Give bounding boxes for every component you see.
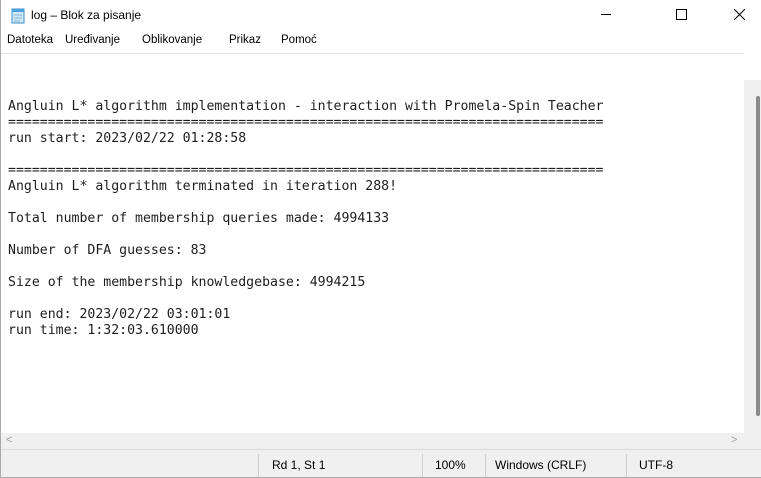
text-line: run start: 2023/02/22 01:28:58 bbox=[8, 131, 247, 146]
document-text: Angluin L* algorithm implementation - in… bbox=[8, 99, 603, 339]
text-line: ========================================… bbox=[8, 115, 604, 130]
text-line bbox=[8, 259, 603, 275]
notepad-icon bbox=[10, 8, 26, 24]
text-line bbox=[8, 195, 603, 211]
menu-format[interactable]: Oblikovanje bbox=[142, 34, 202, 46]
cursor-position: Rd 1, St 1 bbox=[272, 458, 326, 472]
status-bar: Rd 1, St 1 100% Windows (CRLF) UTF-8 bbox=[1, 449, 761, 477]
scroll-left-icon[interactable]: < bbox=[6, 434, 12, 446]
title-bar[interactable]: log – Blok za pisanje bbox=[1, 0, 761, 31]
text-line bbox=[8, 147, 603, 163]
text-line: Number of DFA guesses: 83 bbox=[8, 243, 207, 258]
maximize-icon bbox=[675, 7, 687, 25]
minimize-icon bbox=[600, 7, 612, 25]
text-line: Angluin L* algorithm implementation - in… bbox=[8, 99, 604, 114]
text-line bbox=[8, 227, 603, 243]
text-line: Total number of membership queries made:… bbox=[8, 211, 390, 226]
menu-view[interactable]: Prikaz bbox=[229, 34, 261, 46]
menu-file[interactable]: Datoteka bbox=[7, 34, 53, 46]
close-icon bbox=[733, 7, 745, 25]
text-editor[interactable]: Angluin L* algorithm implementation - in… bbox=[1, 53, 743, 431]
scroll-right-icon[interactable]: > bbox=[731, 434, 737, 446]
menu-bar: Datoteka Uređivanje Oblikovanje Prikaz P… bbox=[1, 31, 761, 54]
encoding: UTF-8 bbox=[639, 458, 673, 472]
vertical-scroll-thumb[interactable] bbox=[756, 96, 760, 416]
menu-help[interactable]: Pomoć bbox=[281, 34, 317, 46]
maximize-button[interactable] bbox=[659, 0, 703, 31]
text-line: run time: 1:32:03.610000 bbox=[8, 323, 199, 338]
zoom-level: 100% bbox=[435, 458, 466, 472]
minimize-button[interactable] bbox=[584, 0, 628, 31]
notepad-window: log – Blok za pisanje Datoteka Uređivanj… bbox=[0, 0, 761, 478]
text-line bbox=[8, 291, 603, 307]
text-line: ========================================… bbox=[8, 163, 604, 178]
text-line: Angluin L* algorithm terminated in itera… bbox=[8, 179, 398, 194]
menu-edit[interactable]: Uređivanje bbox=[65, 34, 120, 46]
text-line: run end: 2023/02/22 03:01:01 bbox=[8, 307, 231, 322]
line-endings: Windows (CRLF) bbox=[495, 458, 587, 472]
vertical-scrollbar[interactable] bbox=[744, 80, 761, 433]
window-title: log – Blok za pisanje bbox=[31, 8, 142, 22]
scroll-corner bbox=[744, 433, 761, 449]
text-line: Size of the membership knowledgebase: 49… bbox=[8, 275, 366, 290]
close-button[interactable] bbox=[717, 0, 761, 31]
horizontal-scrollbar[interactable]: < > bbox=[1, 433, 744, 449]
